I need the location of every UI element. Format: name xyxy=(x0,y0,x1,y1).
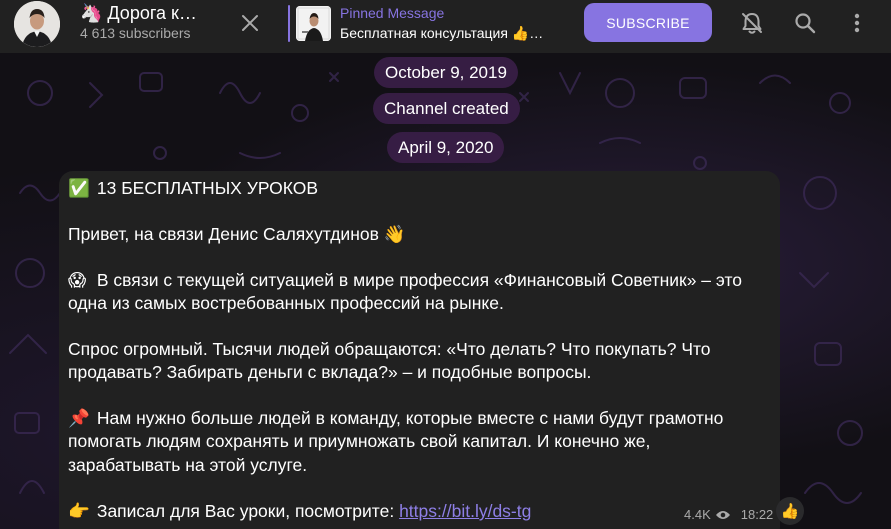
message-text: Нам нужно больше людей в команду, которы… xyxy=(96,408,724,428)
view-count: 4.4K xyxy=(684,507,711,522)
subscribe-button[interactable]: SUBSCRIBE xyxy=(584,3,712,42)
message-meta: 4.4K 18:22 xyxy=(684,507,773,522)
message-line: 😱 В связи с текущей ситуацией в мире про… xyxy=(68,269,742,292)
message-bubble[interactable]: ✅ 13 БЕСПЛАТНЫХ УРОКОВ Привет, на связи … xyxy=(59,171,780,529)
message-line: Спрос огромный. Тысячи людей обращаются:… xyxy=(68,339,711,359)
date-pill: April 9, 2020 xyxy=(387,132,505,163)
subscriber-count: 4 613 subscribers xyxy=(80,25,191,41)
scream-face-icon: 😱 xyxy=(68,270,87,290)
message-heading: 13 БЕСПЛАТНЫХ УРОКОВ xyxy=(96,178,319,198)
pinned-indicator-bar xyxy=(288,5,290,42)
mute-bell-icon xyxy=(742,13,762,34)
message-line: помогать людям сохранять и приумножать с… xyxy=(68,431,651,451)
channel-avatar[interactable] xyxy=(14,1,60,47)
telegram-channel-view: 🦄 Дорога к… 4 613 subscribers Pinned Mes… xyxy=(0,0,891,529)
mute-button[interactable] xyxy=(737,8,767,38)
more-vertical-icon xyxy=(854,13,860,33)
message-line: ✅ 13 БЕСПЛАТНЫХ УРОКОВ xyxy=(68,177,318,200)
message-line: зарабатывать на этой услуге. xyxy=(68,455,308,475)
message-time: 18:22 xyxy=(740,507,774,522)
date-pill: October 9, 2019 xyxy=(374,57,518,88)
eye-icon xyxy=(715,510,730,519)
message-text: В связи с текущей ситуацией в мире профе… xyxy=(96,270,742,290)
reaction-button[interactable]: 👍 xyxy=(776,497,804,525)
message-line: одна из самых востребованных профессий н… xyxy=(68,293,504,313)
message-line: Привет, на связи Денис Саляхутдинов 👋 xyxy=(68,224,406,244)
pushpin-icon: 📌 xyxy=(68,408,90,428)
close-icon xyxy=(242,15,258,31)
more-button[interactable] xyxy=(842,8,872,38)
person-photo-icon xyxy=(14,1,60,47)
message-link[interactable]: https://bit.ly/ds-tg xyxy=(399,501,531,521)
message-line: 👉 Записал для Вас уроки, посмотрите: htt… xyxy=(68,500,531,523)
chat-header: 🦄 Дорога к… 4 613 subscribers Pinned Mes… xyxy=(0,0,891,53)
person-thumbnail-icon xyxy=(296,6,331,41)
pinned-message[interactable]: Pinned Message Бесплатная консультация 👍… xyxy=(288,5,573,42)
check-mark-icon: ✅ xyxy=(68,178,90,198)
pinned-text: Бесплатная консультация 👍… xyxy=(340,25,544,41)
message-line: 📌 Нам нужно больше людей в команду, кото… xyxy=(68,407,723,430)
close-button[interactable] xyxy=(234,8,266,38)
channel-title[interactable]: 🦄 Дорога к… xyxy=(80,3,215,24)
message-text: Записал для Вас уроки, посмотрите: xyxy=(96,501,400,521)
service-message: Channel created xyxy=(373,93,520,124)
message-line: продавать? Забирать деньги с вклада?» – … xyxy=(68,362,592,382)
pointing-right-icon: 👉 xyxy=(68,501,90,521)
pinned-thumbnail xyxy=(296,6,331,41)
search-button[interactable] xyxy=(790,8,820,38)
search-icon xyxy=(795,13,816,34)
pinned-label: Pinned Message xyxy=(340,5,445,21)
